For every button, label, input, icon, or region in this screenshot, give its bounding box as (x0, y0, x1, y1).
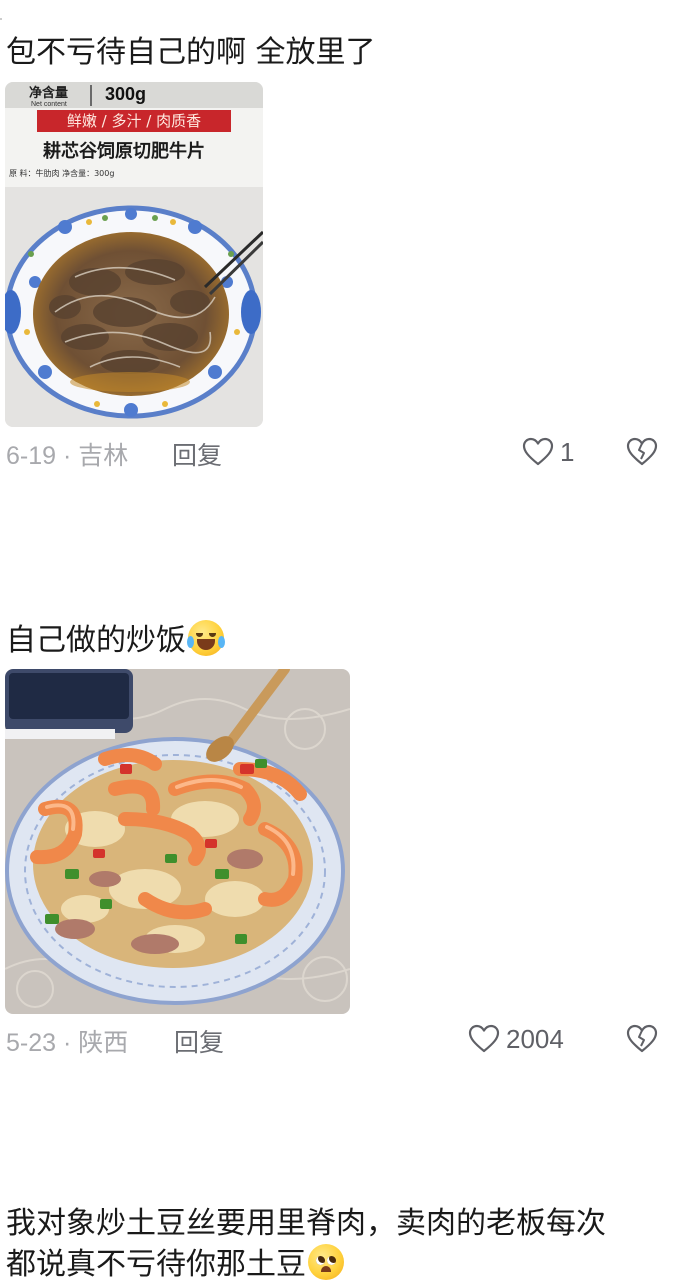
broken-heart-icon (626, 437, 658, 467)
comment-2-text-line: 自己做的炒饭 (6, 620, 225, 661)
pleading-face-emoji (308, 1244, 344, 1280)
package-tagline: 鲜嫩 / 多汁 / 肉质香 (67, 112, 201, 130)
comment-3-text-line-1: 我对象炒土豆丝要用里脊肉，卖肉的老板每次 (6, 1206, 606, 1241)
package-fine-print: 原 料：牛肋肉 净含量：300g (9, 168, 114, 178)
broken-heart-icon (626, 1024, 658, 1054)
comment-2-like-count: 2004 (506, 1023, 564, 1054)
fried-rice-photo (5, 669, 350, 1014)
comment-1-dislike-button[interactable] (624, 432, 660, 472)
comment-1-meta: 6-19 · 吉林 回复 1 (6, 432, 690, 472)
comment-1-text: 包不亏待自己的啊 全放里了 (6, 35, 376, 70)
package-weight: 300g (105, 84, 146, 104)
comment-3-text-line-2-wrap: 都说真不亏待你那土豆 (6, 1244, 344, 1285)
comment-2-reply-button[interactable]: 回复 (174, 1023, 224, 1059)
heart-icon (522, 437, 554, 467)
comment-2-like-button[interactable]: 2004 (468, 1019, 564, 1059)
comment-3-text-line-2: 都说真不亏待你那土豆 (6, 1247, 306, 1282)
comment-1-like-count: 1 (560, 436, 575, 467)
package-net-en: Net content (31, 101, 67, 108)
comment-2-meta: 5-23 · 陕西 回复 2004 (6, 1019, 690, 1059)
package-net-label: 净含量 (29, 85, 68, 101)
edge-mark (0, 18, 2, 20)
heart-icon (468, 1024, 500, 1054)
comment-1-photo[interactable]: 净含量 Net content 300g 鲜嫩 / 多汁 / 肉质香 耕芯谷饲原… (5, 82, 263, 427)
comment-2-photo[interactable] (5, 669, 350, 1014)
comment-2-text: 自己做的炒饭 (6, 623, 186, 658)
comment-1-reply-button[interactable]: 回复 (172, 436, 222, 472)
comment-1-date-location: 6-19 · 吉林 (6, 442, 129, 470)
comment-2-dislike-button[interactable] (624, 1019, 660, 1059)
crying-laughing-emoji (187, 620, 225, 656)
comment-1-like-button[interactable]: 1 (522, 432, 574, 472)
package-product: 耕芯谷饲原切肥牛片 (43, 140, 205, 162)
hotpot-beef-photo: 净含量 Net content 300g 鲜嫩 / 多汁 / 肉质香 耕芯谷饲原… (5, 82, 263, 427)
comment-2-date-location: 5-23 · 陕西 (6, 1029, 129, 1057)
